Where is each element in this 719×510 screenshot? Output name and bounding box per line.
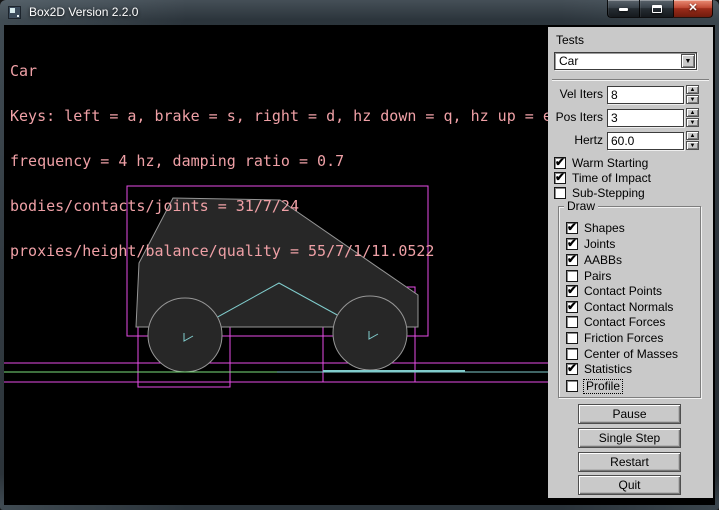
- caption-buttons: ✕: [607, 0, 713, 18]
- titlebar[interactable]: Box2D Version 2.2.0 ✕: [0, 0, 719, 25]
- checkbox-box: ✔: [566, 254, 578, 266]
- hertz-stepper: ▲ ▼: [686, 131, 699, 150]
- check-icon: ✔: [555, 170, 565, 184]
- separator: [552, 79, 709, 81]
- checkbox-box: [566, 270, 578, 282]
- bodies-stats-line: bodies/contacts/joints = 31/7/24: [10, 199, 552, 214]
- checkbox-label: Pairs: [584, 270, 611, 283]
- dropdown-arrow-icon[interactable]: ▼: [681, 54, 695, 68]
- checkbox-label: AABBs: [584, 254, 622, 267]
- checkbox-label: Contact Forces: [584, 316, 665, 329]
- pos-iters-label: Pos Iters: [548, 109, 603, 126]
- maximize-icon: [652, 5, 662, 13]
- checkbox-label: Profile: [584, 380, 622, 393]
- checkbox-label: Statistics: [584, 363, 632, 376]
- checkbox-label: Contact Normals: [584, 301, 673, 314]
- pos-iters-stepper: ▲ ▼: [686, 108, 699, 127]
- checkbox-label: Time of Impact: [572, 172, 651, 185]
- stats-text-block: Car Keys: left = a, brake = s, right = d…: [10, 34, 552, 289]
- tests-dropdown-value: Car: [559, 54, 578, 68]
- proxies-stats-line: proxies/height/balance/quality = 55/7/1/…: [10, 244, 552, 259]
- checkbox-box: ✔: [566, 222, 578, 234]
- checkbox-box: ✔: [566, 285, 578, 297]
- control-panel: Tests Car ▼ Vel Iters ▲ ▼ Pos Iters ▲ ▼ …: [548, 27, 713, 498]
- close-button[interactable]: ✕: [673, 0, 713, 18]
- checkbox-label: Warm Starting: [572, 157, 648, 170]
- pos-iters-input[interactable]: [607, 109, 684, 127]
- checkbox-box: ✔: [566, 363, 578, 375]
- draw-group-label: Draw: [564, 199, 598, 213]
- checkbox-box: ✔: [566, 301, 578, 313]
- checkbox-box: [554, 187, 566, 199]
- check-icon: ✔: [567, 236, 577, 250]
- hertz-up-button[interactable]: ▲: [686, 131, 699, 140]
- window-title: Box2D Version 2.2.0: [29, 5, 138, 19]
- check-icon: ✔: [567, 283, 577, 297]
- checkbox-label: Contact Points: [584, 285, 662, 298]
- vel-iters-label: Vel Iters: [548, 86, 603, 103]
- checkbox-box: [566, 332, 578, 344]
- pause-button[interactable]: Pause: [578, 404, 681, 424]
- app-window: Box2D Version 2.2.0 ✕: [0, 0, 719, 510]
- single-step-button[interactable]: Single Step: [578, 428, 681, 448]
- checkbox-box: [566, 316, 578, 328]
- restart-button[interactable]: Restart: [578, 452, 681, 472]
- vel-iters-up-button[interactable]: ▲: [686, 85, 699, 94]
- vel-iters-input[interactable]: [607, 86, 684, 104]
- keys-help-line: Keys: left = a, brake = s, right = d, hz…: [10, 109, 552, 124]
- app-icon: [8, 6, 21, 19]
- vel-iters-down-button[interactable]: ▼: [686, 95, 699, 104]
- close-icon: ✕: [674, 1, 712, 14]
- checkbox-label: Friction Forces: [584, 332, 663, 345]
- checkbox-box: ✔: [554, 157, 566, 169]
- pos-iters-down-button[interactable]: ▼: [686, 118, 699, 127]
- check-icon: ✔: [567, 361, 577, 375]
- hertz-label: Hertz: [548, 132, 603, 149]
- checkbox-box: ✔: [566, 238, 578, 250]
- front-wheel-shape: [333, 296, 407, 370]
- tests-label: Tests: [556, 33, 584, 47]
- checkbox-box: [566, 380, 578, 392]
- minimize-icon: [619, 8, 628, 11]
- frequency-line: frequency = 4 hz, damping ratio = 0.7: [10, 154, 552, 169]
- checkbox-label: Shapes: [584, 222, 625, 235]
- checkbox-label: Joints: [584, 238, 615, 251]
- hertz-input[interactable]: [607, 132, 684, 150]
- check-icon: ✔: [567, 252, 577, 266]
- checkbox-box: [566, 348, 578, 360]
- checkbox-box: ✔: [554, 172, 566, 184]
- check-icon: ✔: [567, 299, 577, 313]
- vel-iters-stepper: ▲ ▼: [686, 85, 699, 104]
- test-title: Car: [10, 64, 552, 79]
- quit-button[interactable]: Quit: [578, 475, 681, 495]
- minimize-button[interactable]: [607, 0, 640, 18]
- check-icon: ✔: [555, 155, 565, 169]
- checkbox-label: Center of Masses: [584, 348, 678, 361]
- hertz-down-button[interactable]: ▼: [686, 141, 699, 150]
- pos-iters-up-button[interactable]: ▲: [686, 108, 699, 117]
- check-icon: ✔: [567, 220, 577, 234]
- maximize-button[interactable]: [640, 0, 673, 18]
- tests-dropdown[interactable]: Car ▼: [554, 52, 697, 70]
- rear-wheel-shape: [148, 298, 222, 372]
